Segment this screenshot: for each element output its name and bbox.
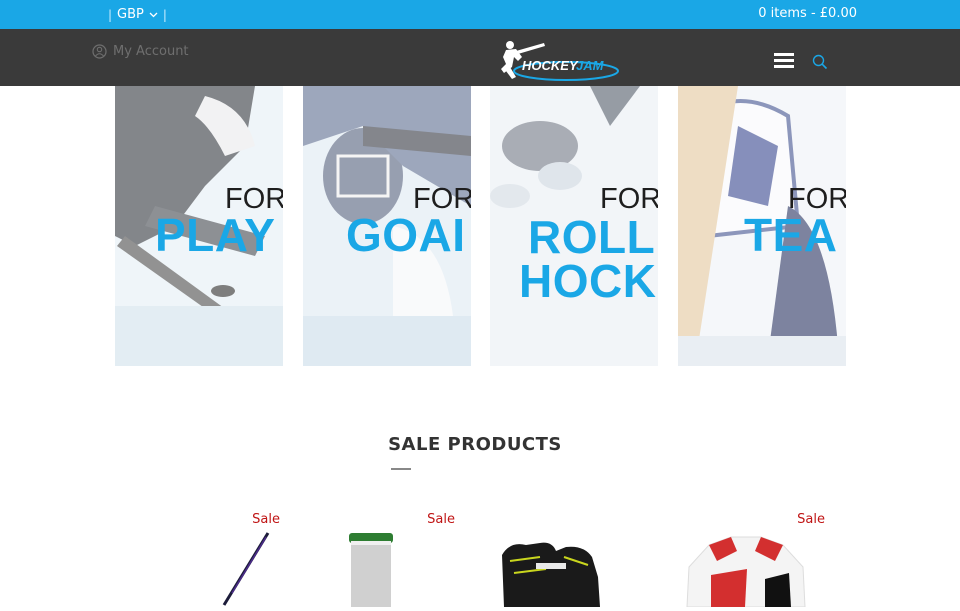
user-icon: [92, 44, 107, 59]
jersey-icon: [686, 536, 806, 608]
sale-badge: Sale: [797, 512, 825, 527]
banner-teams[interactable]: FOR TEA: [678, 86, 846, 366]
hamburger-menu-icon[interactable]: [774, 53, 794, 68]
my-account-label: My Account: [113, 44, 189, 59]
chevron-down-icon: [149, 12, 158, 17]
banner-goalies[interactable]: FOR GOAI: [303, 86, 471, 366]
banner-title-line1: ROLL: [528, 211, 656, 263]
sock-icon: [349, 533, 393, 611]
banner-title: PLAY: [155, 209, 276, 261]
banner-roller-hockey[interactable]: FOR ROLL HOCK: [490, 86, 658, 366]
search-icon[interactable]: [812, 54, 828, 70]
currency-selector[interactable]: | GBP |: [108, 7, 167, 22]
sale-badge: Sale: [427, 512, 455, 527]
glove-icon: [502, 542, 600, 607]
banner-title: TEA: [744, 209, 838, 261]
product-image[interactable]: [120, 527, 280, 607]
main-header: My Account HOCKEY JAM: [0, 29, 960, 86]
sale-badge: Sale: [252, 512, 280, 527]
product-image[interactable]: [295, 527, 455, 611]
hockeyjam-logo[interactable]: HOCKEY JAM: [496, 39, 620, 85]
currency-label: GBP: [117, 7, 144, 22]
banner-players[interactable]: FOR PLAY: [115, 86, 283, 366]
top-bar: | GBP | 0 items - £0.00: [0, 0, 960, 29]
svg-text:HOCKEY: HOCKEY: [522, 58, 579, 73]
product-image[interactable]: [665, 527, 825, 608]
logo-graphic: HOCKEY JAM: [501, 41, 619, 81]
cart-summary-link[interactable]: 0 items - £0.00: [758, 6, 857, 21]
heading-underline: [391, 468, 411, 470]
banner-title: GOAI: [346, 209, 466, 261]
product-image[interactable]: [480, 527, 640, 607]
product-card[interactable]: [480, 505, 640, 607]
product-card[interactable]: Sale: [665, 505, 825, 608]
svg-text:JAM: JAM: [576, 58, 605, 73]
hockey-stick-icon: [222, 532, 270, 606]
sale-products-heading: SALE PRODUCTS: [388, 434, 562, 455]
product-card[interactable]: Sale: [295, 505, 455, 611]
my-account-link[interactable]: My Account: [92, 44, 189, 59]
product-card[interactable]: Sale: [120, 505, 280, 607]
banner-title-line2: HOCK: [519, 255, 657, 307]
